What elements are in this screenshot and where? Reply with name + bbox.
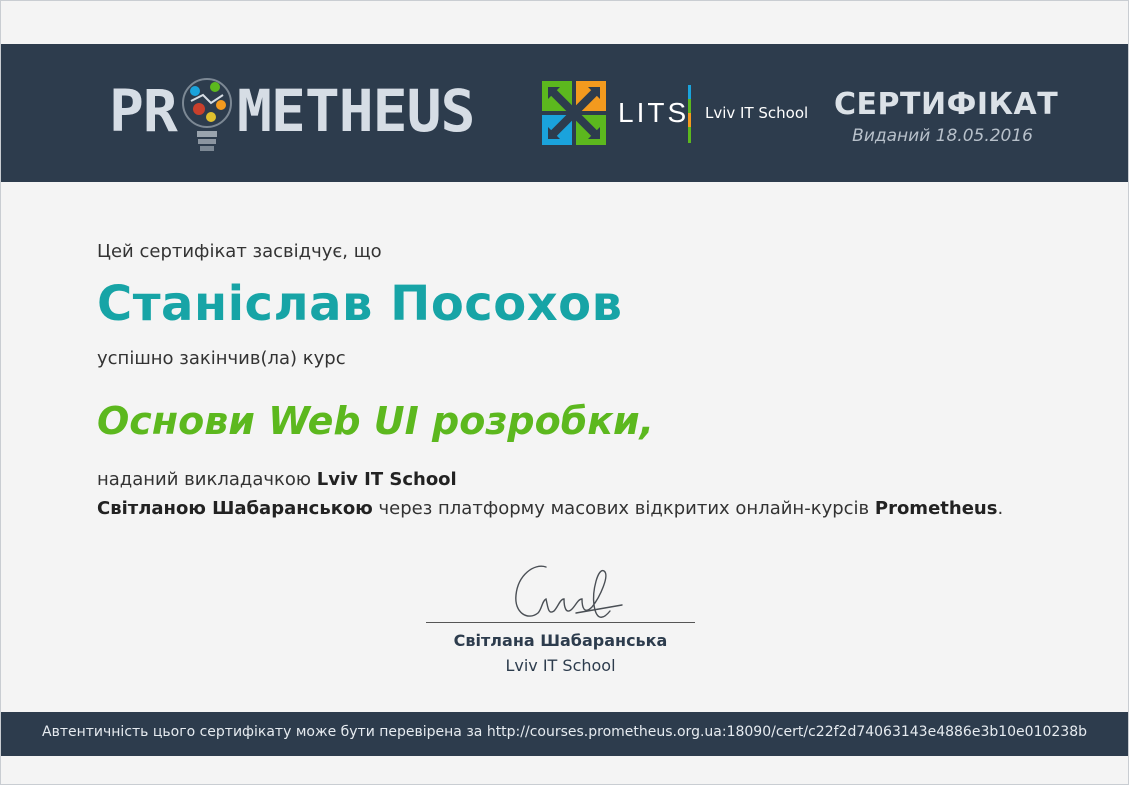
line2-middle: через платформу масових відкритих онлайн…: [372, 498, 875, 519]
issued-date: Виданий 18.05.2016: [852, 126, 1033, 146]
completed-text: успішно закінчив(ла) курс: [97, 348, 346, 369]
verification-text: Автентичність цього сертифікату може бут…: [42, 724, 1087, 740]
lits-cross-logo: [542, 81, 606, 145]
line1-org: Lviv IT School: [316, 469, 457, 490]
prometheus-logo-left: PR: [109, 77, 178, 145]
prometheus-logo-right: METHEUS: [237, 77, 475, 145]
line1-prefix: наданий викладачкою: [97, 469, 317, 490]
lits-label: LITS: [618, 97, 690, 128]
certificate-page: PR METHEUS LITS Lviv IT School СЕРТИФІКА…: [0, 0, 1129, 785]
handwritten-signature: [515, 565, 623, 618]
course-name: Основи Web UI розробки,: [97, 399, 655, 443]
student-name: Станіслав Посохов: [97, 276, 623, 332]
teacher-name: Світланою Шабаранською: [97, 498, 373, 519]
teacher-line-1: наданий викладачкою Lviv IT School: [97, 469, 457, 490]
teacher-line-2: Світланою Шабаранською через платформу м…: [97, 498, 1003, 519]
certificate-title: СЕРТИФІКАТ: [834, 87, 1059, 122]
intro-text: Цей сертифікат засвідчує, що: [97, 241, 382, 262]
signer-org: Lviv IT School: [505, 656, 616, 675]
lits-divider: [688, 85, 691, 143]
certificate-footer: Автентичність цього сертифікату може бут…: [1, 712, 1128, 756]
lightbulb-icon: [182, 78, 232, 151]
platform-name: Prometheus: [874, 498, 998, 519]
signature-line: [426, 622, 695, 623]
lits-school-name: Lviv IT School: [705, 104, 809, 122]
signer-name: Світлана Шабаранська: [453, 631, 668, 650]
line2-end: .: [997, 498, 1004, 519]
